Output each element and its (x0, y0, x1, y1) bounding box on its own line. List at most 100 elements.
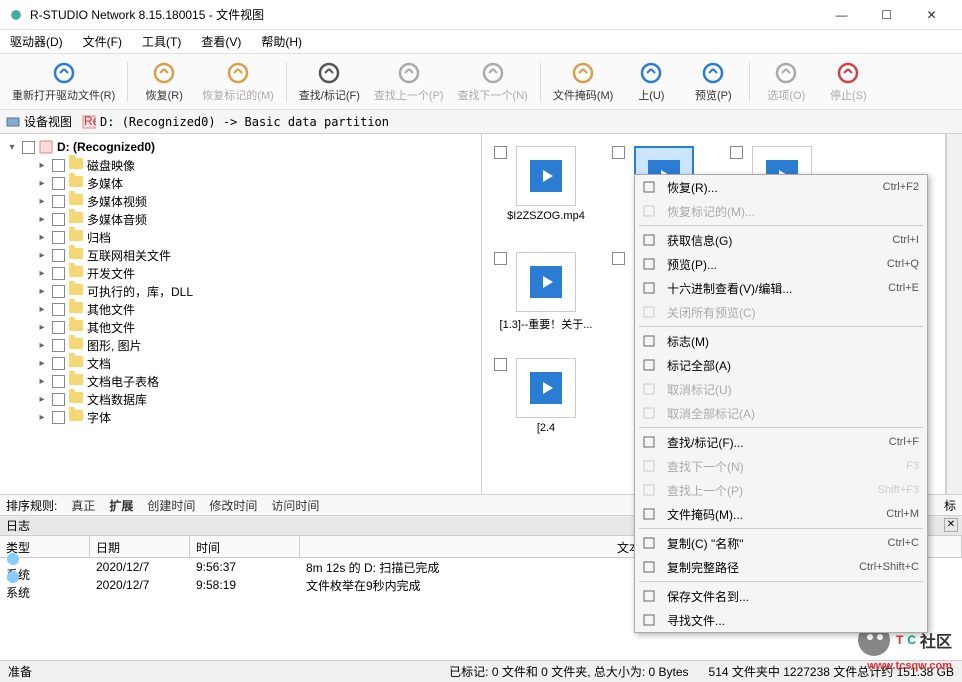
expander-icon[interactable]: ▸ (36, 250, 48, 261)
minimize-button[interactable]: — (819, 1, 864, 29)
checkbox[interactable] (494, 252, 507, 265)
sort-option[interactable]: 扩展 (109, 499, 133, 513)
tree-item[interactable]: ▸开发文件 (0, 264, 481, 282)
expander-icon[interactable]: ▾ (6, 142, 18, 153)
checkbox[interactable] (730, 146, 743, 159)
maximize-button[interactable]: ☐ (864, 1, 909, 29)
toolbar-recover[interactable]: 恢复(R) (134, 58, 194, 106)
menu-item[interactable]: 帮助(H) (257, 31, 306, 52)
tree-item[interactable]: ▸可执行的，库，DLL (0, 282, 481, 300)
file-item[interactable]: $I2ZSZOG.mp4 (490, 142, 602, 242)
tab-device-view[interactable]: 设备视图 (6, 113, 72, 130)
checkbox[interactable] (52, 177, 65, 190)
expander-icon[interactable]: ▸ (36, 304, 48, 315)
log-close-button[interactable]: ✕ (944, 518, 958, 532)
expander-icon[interactable]: ▸ (36, 394, 48, 405)
tree-item[interactable]: ▸多媒体视频 (0, 192, 481, 210)
toolbar-refresh[interactable]: 重新打开驱动文件(R) (6, 58, 121, 106)
expander-icon[interactable]: ▸ (36, 268, 48, 279)
checkbox[interactable] (52, 195, 65, 208)
checkbox[interactable] (52, 357, 65, 370)
expander-icon[interactable]: ▸ (36, 340, 48, 351)
close-button[interactable]: ✕ (909, 1, 954, 29)
menu-item[interactable]: 查看(V) (197, 31, 245, 52)
tree-item[interactable]: ▸多媒体音频 (0, 210, 481, 228)
checkbox[interactable] (612, 252, 625, 265)
checkbox[interactable] (52, 321, 65, 334)
refresh-icon (52, 61, 76, 85)
checkbox[interactable] (52, 267, 65, 280)
tree-item[interactable]: ▸文档数据库 (0, 390, 481, 408)
menu-recover[interactable]: 恢复(R)...Ctrl+F2 (635, 175, 927, 199)
menu-check-all[interactable]: 标记全部(A) (635, 353, 927, 377)
tree-item[interactable]: ▸互联网相关文件 (0, 246, 481, 264)
expander-icon[interactable]: ▸ (36, 286, 48, 297)
checkbox[interactable] (52, 303, 65, 316)
folder-tree[interactable]: ▾ D: (Recognized0) ▸磁盘映像▸多媒体▸多媒体视频▸多媒体音频… (0, 134, 482, 494)
col-time[interactable]: 时间 (190, 536, 300, 557)
expander-icon[interactable]: ▸ (36, 412, 48, 423)
checkbox[interactable] (494, 358, 507, 371)
file-item[interactable]: [1.3]--重要！关于... (490, 248, 602, 348)
file-thumbnail[interactable] (516, 358, 576, 418)
toolbar-find[interactable]: 查找/标记(F) (293, 58, 366, 106)
checkbox[interactable] (52, 411, 65, 424)
sort-option[interactable]: 修改时间 (209, 499, 257, 513)
checkbox[interactable] (52, 249, 65, 262)
menu-mask[interactable]: 文件掩码(M)...Ctrl+M (635, 502, 927, 526)
scrollbar[interactable] (946, 134, 962, 494)
tree-item[interactable]: ▸归档 (0, 228, 481, 246)
sort-option[interactable]: 创建时间 (147, 499, 195, 513)
expander-icon[interactable]: ▸ (36, 376, 48, 387)
menu-item[interactable]: 驱动器(D) (6, 31, 67, 52)
tab-partition[interactable]: Rec D: (Recognized0) -> Basic data parti… (82, 115, 389, 129)
tree-item[interactable]: ▸其他文件 (0, 318, 481, 336)
toolbar-mask[interactable]: 文件掩码(M) (547, 58, 620, 106)
file-thumbnail[interactable] (516, 146, 576, 206)
folder-icon (69, 410, 83, 424)
tree-root[interactable]: ▾ D: (Recognized0) (0, 138, 481, 156)
expander-icon[interactable]: ▸ (36, 322, 48, 333)
expander-icon[interactable]: ▸ (36, 232, 48, 243)
tree-item[interactable]: ▸其他文件 (0, 300, 481, 318)
expander-icon[interactable]: ▸ (36, 160, 48, 171)
tree-item[interactable]: ▸字体 (0, 408, 481, 426)
file-thumbnail[interactable] (516, 252, 576, 312)
toolbar-up[interactable]: 上(U) (621, 58, 681, 106)
checkbox[interactable] (22, 141, 35, 154)
toolbar-preview[interactable]: 预览(P) (683, 58, 743, 106)
checkbox[interactable] (52, 231, 65, 244)
menu-item[interactable]: 文件(F) (79, 31, 126, 52)
checkbox[interactable] (612, 146, 625, 159)
expander-icon[interactable]: ▸ (36, 358, 48, 369)
checkbox[interactable] (52, 339, 65, 352)
checkbox[interactable] (52, 375, 65, 388)
checkbox[interactable] (52, 285, 65, 298)
menu-item[interactable]: 工具(T) (138, 31, 185, 52)
menu-preview[interactable]: 预览(P)...Ctrl+Q (635, 252, 927, 276)
sort-option[interactable]: 真正 (71, 499, 95, 513)
menu-info[interactable]: 获取信息(G)Ctrl+I (635, 228, 927, 252)
menu-copy-path[interactable]: 复制完整路径Ctrl+Shift+C (635, 555, 927, 579)
checkbox[interactable] (52, 393, 65, 406)
tree-item[interactable]: ▸文档电子表格 (0, 372, 481, 390)
menu-copy[interactable]: 复制(C) "名称"Ctrl+C (635, 531, 927, 555)
tree-item[interactable]: ▸磁盘映像 (0, 156, 481, 174)
expander-icon[interactable]: ▸ (36, 196, 48, 207)
tree-item[interactable]: ▸图形, 图片 (0, 336, 481, 354)
menu-save[interactable]: 保存文件名到... (635, 584, 927, 608)
checkbox[interactable] (52, 213, 65, 226)
checkbox[interactable] (494, 146, 507, 159)
file-item[interactable]: [2.4 (490, 354, 602, 454)
checkbox[interactable] (52, 159, 65, 172)
menu-check[interactable]: 标志(M) (635, 329, 927, 353)
sort-option[interactable]: 访问时间 (271, 499, 319, 513)
tree-item[interactable]: ▸文档 (0, 354, 481, 372)
menu-hex[interactable]: 十六进制查看(V)/编辑...Ctrl+E (635, 276, 927, 300)
menu-find[interactable]: 查找/标记(F)...Ctrl+F (635, 430, 927, 454)
col-date[interactable]: 日期 (90, 536, 190, 557)
menu-search-file[interactable]: 寻找文件... (635, 608, 927, 632)
expander-icon[interactable]: ▸ (36, 178, 48, 189)
tree-item[interactable]: ▸多媒体 (0, 174, 481, 192)
expander-icon[interactable]: ▸ (36, 214, 48, 225)
